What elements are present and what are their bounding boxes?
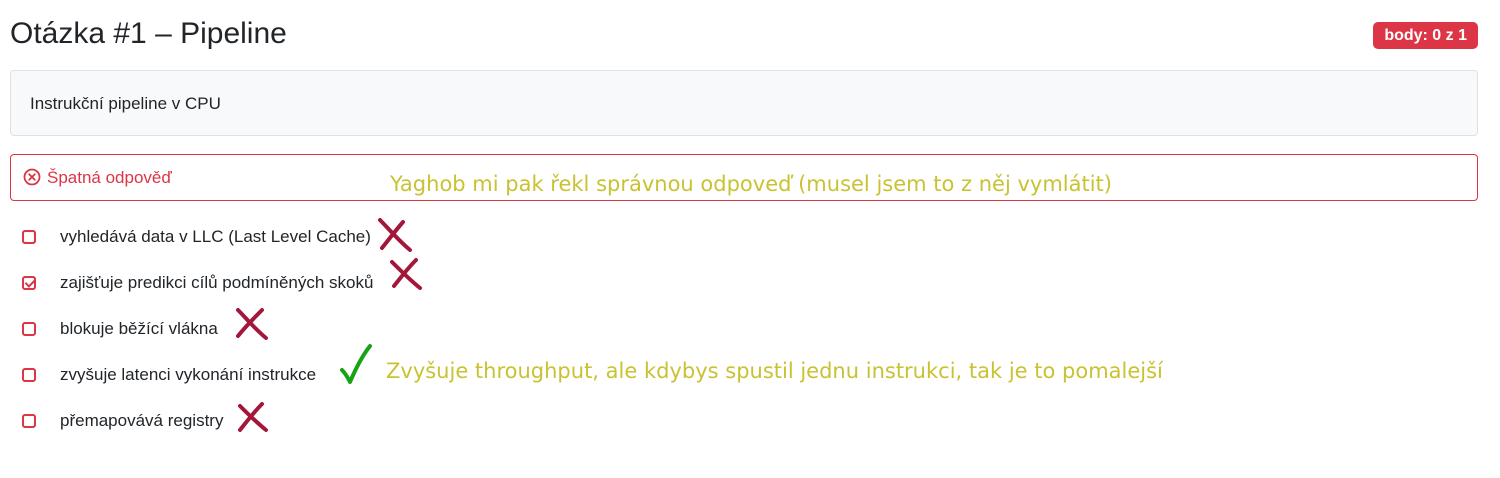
answer-option[interactable]: vyhledává data v LLC (Last Level Cache) [22, 214, 373, 260]
answer-option-label: vyhledává data v LLC (Last Level Cache) [60, 227, 371, 246]
answer-option[interactable]: přemapovává registry [22, 398, 373, 444]
annotation-note-top: Yaghob mi pak řekl správnou odpoveď (mus… [390, 172, 1112, 196]
answer-option-label: přemapovává registry [60, 411, 224, 430]
answer-option-label: zajišťuje predikci cílů podmíněných skok… [60, 273, 374, 292]
answer-checkbox[interactable] [22, 322, 36, 336]
answer-option[interactable]: zvyšuje latenci vykonání instrukce [22, 352, 373, 398]
cross-mark-icon [378, 218, 412, 252]
score-badge: body: 0 z 1 [1373, 22, 1478, 49]
question-description: Instrukční pipeline v CPU [10, 70, 1478, 136]
answer-checkbox[interactable] [22, 414, 36, 428]
quiz-question-page: Otázka #1 – Pipeline body: 0 z 1 Instruk… [0, 0, 1500, 478]
answer-option-label: blokuje běžící vlákna [60, 319, 218, 338]
cross-mark-icon [238, 402, 268, 432]
answer-options-list: vyhledává data v LLC (Last Level Cache) … [22, 214, 373, 444]
cross-mark-icon [390, 258, 422, 290]
answer-option[interactable]: blokuje běžící vlákna [22, 306, 373, 352]
annotation-note-bottom: Zvyšuje throughput, ale kdybys spustil j… [386, 359, 1163, 383]
x-circle-icon [23, 168, 41, 186]
cross-mark-icon [236, 308, 268, 340]
check-mark-icon [340, 344, 372, 384]
wrong-answer-text: Špatná odpověď [47, 168, 172, 187]
answer-option[interactable]: zajišťuje predikci cílů podmíněných skok… [22, 260, 373, 306]
question-description-text: Instrukční pipeline v CPU [30, 94, 221, 113]
answer-option-label: zvyšuje latenci vykonání instrukce [60, 365, 317, 384]
answer-checkbox-checked[interactable] [22, 276, 36, 290]
answer-checkbox[interactable] [22, 230, 36, 244]
question-title: Otázka #1 – Pipeline [10, 17, 287, 50]
answer-checkbox[interactable] [22, 368, 36, 382]
